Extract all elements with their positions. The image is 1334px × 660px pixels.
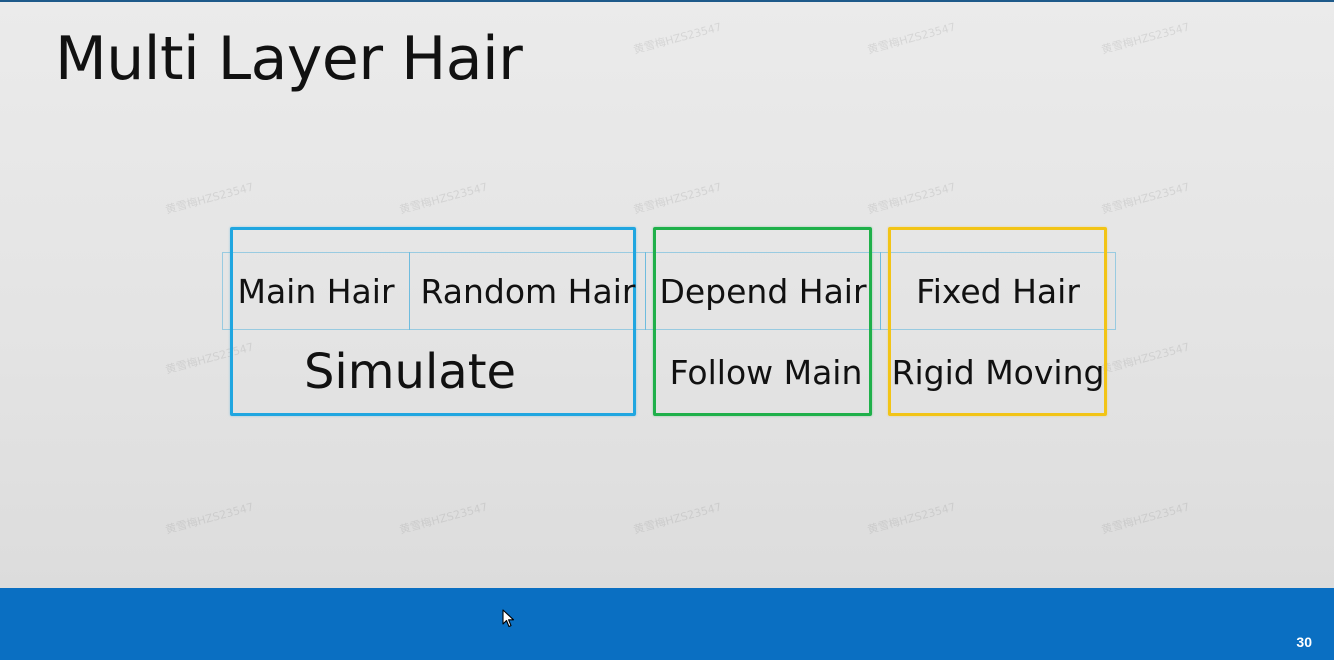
watermark-text: 黄雪梅HZS23547 — [1099, 180, 1192, 217]
watermark-text: 黄雪梅HZS23547 — [163, 500, 256, 537]
watermark-text: 黄雪梅HZS23547 — [865, 20, 958, 57]
watermark-text: 黄雪梅HZS23547 — [865, 180, 958, 217]
group-label-rigid-moving: Rigid Moving — [891, 353, 1105, 392]
page-number: 30 — [1296, 634, 1312, 650]
cell-label-random-hair: Random Hair — [420, 272, 636, 311]
watermark-text: 黄雪梅HZS23547 — [397, 180, 490, 217]
slide-title: Multi Layer Hair — [55, 24, 523, 94]
mouse-cursor-icon — [502, 609, 515, 628]
watermark-text: 黄雪梅HZS23547 — [631, 20, 724, 57]
slide-footer-bar: 30 — [0, 588, 1334, 660]
watermark-text: 黄雪梅HZS23547 — [1099, 500, 1192, 537]
watermark-text: 黄雪梅HZS23547 — [865, 500, 958, 537]
watermark-text: 黄雪梅HZS23547 — [1099, 340, 1192, 377]
cell-label-fixed-hair: Fixed Hair — [916, 272, 1080, 311]
group-label-follow-main: Follow Main — [669, 353, 863, 392]
group-label-simulate: Simulate — [303, 344, 517, 400]
cell-label-depend-hair: Depend Hair — [659, 272, 867, 311]
watermark-text: 黄雪梅HZS23547 — [631, 180, 724, 217]
watermark-text: 黄雪梅HZS23547 — [397, 500, 490, 537]
cell-label-main-hair: Main Hair — [237, 272, 395, 311]
slide: Multi Layer Hair 黄雪梅HZS23547 黄雪梅HZS23547… — [0, 0, 1334, 660]
watermark-text: 黄雪梅HZS23547 — [1099, 20, 1192, 57]
watermark-text: 黄雪梅HZS23547 — [163, 180, 256, 217]
watermark-text: 黄雪梅HZS23547 — [631, 500, 724, 537]
